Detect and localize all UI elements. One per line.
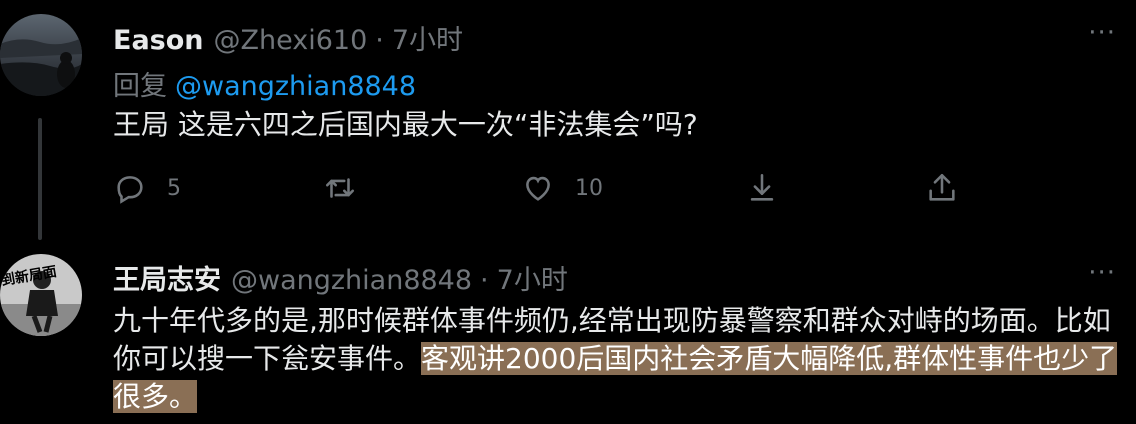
handle[interactable]: @wangzhian8848 (231, 265, 472, 296)
reply-icon (117, 176, 143, 204)
tweet-wangzhian[interactable]: 到新局面 王局志安 @wangzhian8848 · 7小时 ··· 九十年代多… (0, 240, 1136, 424)
avatar[interactable]: 到新局面 (0, 254, 82, 336)
handle[interactable]: @Zhexi610 (214, 25, 368, 56)
more-icon[interactable]: ··· (1088, 258, 1116, 288)
reply-button[interactable]: 5 (113, 171, 181, 205)
display-name[interactable]: Eason (113, 25, 204, 56)
reply-count: 5 (167, 175, 181, 201)
download-button[interactable] (745, 171, 779, 205)
like-count: 10 (575, 175, 603, 201)
tweet-header: 王局志安 @wangzhian8848 · 7小时 (113, 258, 568, 297)
retweet-icon (325, 178, 355, 198)
separator: · (375, 25, 384, 56)
display-name[interactable]: 王局志安 (113, 258, 221, 297)
timestamp[interactable]: 7小时 (392, 18, 463, 57)
like-button[interactable]: 10 (521, 171, 603, 205)
action-bar: 5 10 (113, 171, 973, 207)
more-icon[interactable]: ··· (1088, 18, 1116, 48)
avatar[interactable] (0, 14, 82, 96)
reply-label: 回复 (113, 71, 167, 102)
reply-to: 回复 @wangzhian8848 (113, 64, 416, 103)
share-icon (929, 173, 955, 201)
retweet-button[interactable] (323, 171, 357, 205)
tweet-header: Eason @Zhexi610 · 7小时 (113, 18, 463, 57)
timestamp[interactable]: 7小时 (497, 258, 568, 297)
tweet-text: 九十年代多的是,那时候群体事件频仍,经常出现防暴警察和群众对峙的场面。比如你可以… (113, 302, 1123, 416)
download-icon (750, 173, 774, 201)
like-icon (526, 176, 550, 201)
thread-line (38, 118, 42, 240)
reply-mention-link[interactable]: @wangzhian8848 (175, 71, 416, 102)
separator: · (480, 265, 489, 296)
tweet-text: 王局 这是六四之后国内最大一次“非法集会”吗? (113, 108, 698, 141)
share-button[interactable] (925, 171, 959, 205)
tweet-eason[interactable]: Eason @Zhexi610 · 7小时 ··· 回复 @wangzhian88… (0, 0, 1136, 240)
